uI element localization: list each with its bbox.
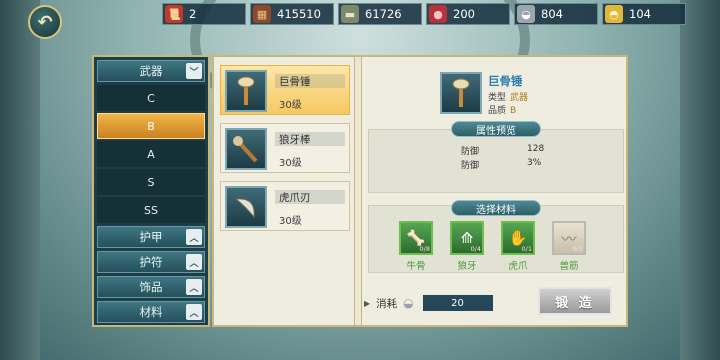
item-card-tiger-claw-blade[interactable]: 虎爪刃 30级	[220, 181, 350, 231]
material-name: 狼牙	[457, 261, 477, 272]
item-name: 虎爪刃	[275, 190, 345, 204]
item-level: 30级	[279, 158, 302, 169]
cost-value: 20	[423, 295, 494, 311]
resource-value: 61726	[365, 7, 402, 21]
attribute-row: 防御 3%	[461, 158, 541, 171]
resource-value: 2	[189, 7, 197, 21]
type-value: 武器	[510, 93, 529, 103]
material-name: 兽筋	[559, 261, 579, 272]
grade-a[interactable]: A	[97, 141, 205, 167]
material-slot-beast-tendon[interactable]: 〰 0/1	[552, 221, 586, 255]
material-name: 牛骨	[406, 261, 426, 272]
material-name: 虎爪	[508, 261, 528, 272]
cost-label: 消耗	[376, 297, 398, 310]
category-armor[interactable]: 护甲 ︿	[97, 226, 205, 248]
item-name: 巨骨锤	[275, 74, 345, 88]
back-button[interactable]: ↶	[28, 5, 62, 39]
grade-ss[interactable]: SS	[97, 197, 205, 223]
tiger-claw-blade-icon	[225, 186, 267, 228]
material-slot-tiger-claw[interactable]: ✋ 0/1	[501, 221, 535, 255]
bone-hammer-icon	[225, 70, 267, 112]
resource-meat: ● 200	[426, 3, 510, 25]
cost-row: ▶ 消耗 ◒ 20	[364, 295, 494, 311]
category-label: 护符	[139, 255, 163, 269]
background-pillar-right	[680, 0, 720, 360]
category-accessory[interactable]: 饰品 ︿	[97, 276, 205, 298]
background-pillar-left	[0, 0, 40, 360]
material-count: 0/1	[572, 245, 583, 253]
category-material[interactable]: 材料 ︿	[97, 301, 205, 323]
material-count: 0/4	[470, 245, 481, 253]
quality-label: 品质	[488, 106, 507, 116]
meat-icon: ●	[429, 5, 447, 23]
selected-item-name: 巨骨锤	[488, 74, 523, 88]
quality-value: B	[510, 106, 517, 116]
attribute-name: 防御	[461, 147, 480, 157]
attribute-value: 3%	[527, 158, 542, 168]
scroll-icon: 📜	[165, 5, 183, 23]
stone-icon: ▬	[341, 5, 359, 23]
caret-right-icon: ▶	[364, 298, 371, 308]
resource-stone: ▬ 61726	[338, 3, 422, 25]
attribute-value: 128	[527, 144, 545, 154]
chevron-up-icon[interactable]: ︿	[186, 279, 202, 295]
silver-icon: ◒	[517, 5, 535, 23]
forge-panel: 巨骨锤 30级 狼牙棒 30级 虎爪刃 30级 巨骨锤 类型 武器 品质 B 防御 …	[212, 55, 628, 327]
item-card-wolf-tooth-club[interactable]: 狼牙棒 30级	[220, 123, 350, 173]
category-amulet[interactable]: 护符 ︿	[97, 251, 205, 273]
gold-icon: ◓	[605, 5, 623, 23]
item-level: 30级	[279, 100, 302, 111]
item-quality: 品质 B	[488, 103, 516, 116]
attribute-name: 防御	[461, 161, 480, 171]
category-label: 护甲	[139, 230, 163, 244]
chevron-up-icon[interactable]: ︿	[186, 229, 202, 245]
type-label: 类型	[488, 93, 507, 103]
attribute-preview-title: 属性预览	[451, 121, 541, 137]
grade-s[interactable]: S	[97, 169, 205, 195]
resource-value: 415510	[277, 7, 321, 21]
grade-c[interactable]: C	[97, 85, 205, 111]
item-card-bone-hammer[interactable]: 巨骨锤 30级	[220, 65, 350, 115]
resource-value: 804	[541, 7, 563, 21]
resource-value: 104	[629, 7, 651, 21]
resource-bar: 📜 2 ▦ 415510 ▬ 61726 ● 200 ◒ 804 ◓ 104	[162, 3, 686, 25]
resource-silver: ◒ 804	[514, 3, 598, 25]
resource-value: 200	[453, 7, 475, 21]
item-level: 30级	[279, 216, 302, 227]
item-name: 狼牙棒	[275, 132, 345, 146]
silver-icon: ◒	[403, 296, 414, 310]
category-label: 武器	[139, 64, 163, 78]
chevron-down-icon[interactable]: ﹀	[186, 63, 202, 79]
item-type: 类型 武器	[488, 90, 528, 103]
grade-b[interactable]: B	[97, 113, 205, 139]
attribute-row: 防御 128	[461, 144, 544, 157]
category-label: 材料	[139, 305, 163, 319]
material-count: 0/1	[521, 245, 532, 253]
selected-item-icon	[440, 72, 482, 114]
select-materials-title: 选择材料	[451, 200, 541, 216]
resource-gold: ◓ 104	[602, 3, 686, 25]
attribute-preview-box: 防御 128 防御 3%	[368, 129, 624, 193]
category-weapon[interactable]: 武器 ﹀	[97, 60, 205, 82]
material-count: 0/8	[419, 245, 430, 253]
category-panel: 武器 ﹀ C B A S SS 护甲 ︿ 护符 ︿ 饰品 ︿ 材料 ︿	[92, 55, 210, 327]
resource-scroll: 📜 2	[162, 3, 246, 25]
panel-divider	[354, 57, 362, 325]
material-slot-wolf-fang[interactable]: ⟰ 0/4	[450, 221, 484, 255]
back-arrow-icon: ↶	[37, 11, 53, 33]
category-label: 饰品	[139, 280, 163, 294]
chevron-up-icon[interactable]: ︿	[186, 304, 202, 320]
material-slot-ox-bone[interactable]: 🦴 0/8	[399, 221, 433, 255]
chevron-up-icon[interactable]: ︿	[186, 254, 202, 270]
wood-icon: ▦	[253, 5, 271, 23]
forge-button[interactable]: 锻 造	[538, 287, 612, 315]
wolf-tooth-club-icon	[225, 128, 267, 170]
resource-wood: ▦ 415510	[250, 3, 334, 25]
